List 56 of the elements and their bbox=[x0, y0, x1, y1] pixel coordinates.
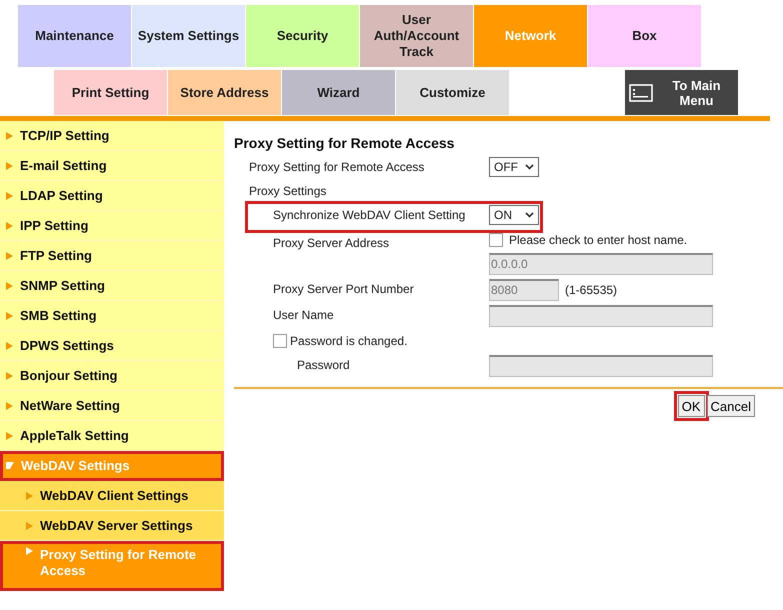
tab[interactable]: Store Address bbox=[168, 70, 281, 115]
dropdown[interactable]: OFF bbox=[489, 157, 539, 177]
triangle-icon bbox=[6, 372, 13, 380]
triangle-icon bbox=[6, 402, 13, 410]
field-label: Proxy Settings bbox=[249, 184, 326, 198]
field-label: Proxy Server Port Number bbox=[273, 282, 414, 296]
tab[interactable]: Wizard bbox=[282, 70, 395, 115]
sidebar-item[interactable]: TCP/IP Setting bbox=[0, 121, 224, 151]
triangle-icon bbox=[6, 462, 14, 469]
sidebar-item[interactable]: IPP Setting bbox=[0, 211, 224, 241]
main-menu-button[interactable]: To Main Menu bbox=[625, 70, 738, 115]
triangle-icon bbox=[26, 547, 33, 555]
sidebar-item[interactable]: DPWS Settings bbox=[0, 331, 224, 361]
triangle-icon bbox=[6, 192, 13, 200]
sidebar-item[interactable]: SNMP Setting bbox=[0, 271, 224, 301]
tab[interactable]: User Auth/Account Track bbox=[360, 5, 473, 67]
sidebar-item[interactable]: AppleTalk Setting bbox=[0, 421, 224, 451]
sidebar-item[interactable]: WebDAV Client Settings bbox=[0, 481, 224, 511]
checkbox-label: Please check to enter host name. bbox=[509, 233, 688, 247]
triangle-icon bbox=[6, 132, 13, 140]
triangle-icon bbox=[26, 492, 33, 500]
triangle-icon bbox=[6, 162, 13, 170]
field-label: User Name bbox=[273, 308, 334, 322]
field-label: Proxy Server Address bbox=[273, 236, 390, 250]
tab[interactable]: System Settings bbox=[132, 5, 245, 67]
range-hint: (1-65535) bbox=[565, 283, 618, 297]
dialog-button[interactable]: Cancel bbox=[706, 395, 755, 417]
tab[interactable]: Box bbox=[588, 5, 701, 67]
tab[interactable]: Maintenance bbox=[18, 5, 131, 67]
triangle-icon bbox=[6, 222, 13, 230]
sidebar-item[interactable]: SMB Setting bbox=[0, 301, 224, 331]
triangle-icon bbox=[6, 282, 13, 290]
chevron-icon bbox=[525, 164, 534, 170]
triangle-icon bbox=[6, 252, 13, 260]
sidebar-item[interactable]: WebDAV Server Settings bbox=[0, 511, 224, 541]
triangle-icon bbox=[6, 432, 13, 440]
field-label: Synchronize WebDAV Client Setting bbox=[273, 208, 466, 222]
tab[interactable]: Security bbox=[246, 5, 359, 67]
form-title: Proxy Setting for Remote Access bbox=[234, 135, 456, 151]
screen-icon bbox=[629, 84, 653, 102]
triangle-icon bbox=[6, 342, 13, 350]
sidebar-item[interactable]: LDAP Setting bbox=[0, 181, 224, 211]
field-label: Proxy Setting for Remote Access bbox=[249, 160, 424, 174]
tab[interactable]: Print Setting bbox=[54, 70, 167, 115]
sidebar-item[interactable]: FTP Setting bbox=[0, 241, 224, 271]
sidebar-item[interactable]: NetWare Setting bbox=[0, 391, 224, 421]
dropdown[interactable]: ON bbox=[489, 205, 539, 225]
triangle-icon bbox=[26, 522, 33, 530]
tab[interactable]: Customize bbox=[396, 70, 509, 115]
sidebar-item[interactable]: E-mail Setting bbox=[0, 151, 224, 181]
sidebar-item[interactable]: Bonjour Setting bbox=[0, 361, 224, 391]
field-label: Password bbox=[297, 358, 350, 372]
checkbox[interactable] bbox=[273, 334, 287, 348]
checkbox-label: Password is changed. bbox=[290, 334, 408, 348]
chevron-icon bbox=[525, 212, 534, 218]
triangle-icon bbox=[6, 312, 13, 320]
